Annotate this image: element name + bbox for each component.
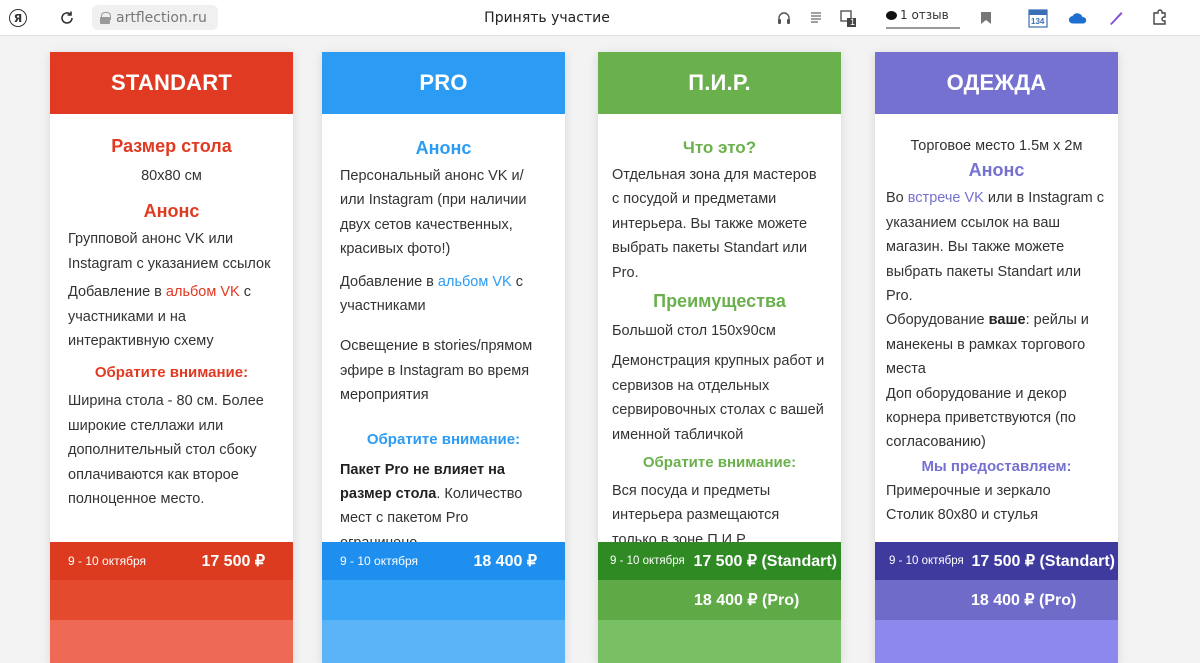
reader-mode-icon[interactable] — [806, 8, 826, 28]
lock-icon — [100, 11, 111, 24]
color-band — [322, 580, 565, 620]
browser-toolbar: Я artflection.ru Принять участие 1 1 отз… — [0, 0, 1200, 36]
calendar-icon[interactable]: 134 — [1028, 8, 1048, 28]
section-heading: Размер стола — [111, 136, 232, 156]
price-row: 9 - 10 октября 17 500 ₽ — [50, 542, 293, 580]
color-band — [598, 620, 841, 663]
card-pir: П.И.Р. Что это? Отдельная зона для масте… — [598, 52, 841, 663]
pen-icon[interactable] — [1106, 8, 1126, 28]
equipment-text: Оборудование ваше: рейлы и манекены в ра… — [886, 312, 1089, 378]
color-band — [50, 580, 293, 620]
price-row: 9 - 10 октября 18 400 ₽ — [322, 542, 565, 580]
album-text: Добавление в альбом VK с участниками и н… — [68, 284, 251, 350]
what-is-text: Отдельная зона для мастеров с посудой и … — [612, 167, 817, 281]
section-heading: Обратите внимание: — [642, 454, 797, 472]
announce-text: Во встрече VK или в Instagram с указание… — [886, 190, 1105, 305]
big-table-text: Большой стол 150x90см — [612, 323, 776, 340]
reviews-label: 1 отзыв — [900, 8, 949, 22]
price-standart: 17 500 ₽ (Standart) — [971, 553, 1115, 570]
card-title: П.И.Р. — [598, 52, 841, 114]
event-date: 9 - 10 октября — [68, 554, 146, 568]
color-band — [875, 620, 1118, 663]
color-band — [50, 620, 293, 663]
event-date: 9 - 10 октября — [610, 555, 685, 567]
place-size: Торговое место 1.5м x 2м — [910, 138, 1083, 154]
meeting-vk-link[interactable]: встрече VK — [908, 190, 984, 206]
demo-text: Демонстрация крупных работ и сервизов на… — [612, 353, 825, 443]
reload-icon[interactable] — [56, 0, 78, 36]
section-heading: Что это? — [682, 138, 757, 157]
price-standart: 17 500 ₽ (Standart) — [693, 553, 837, 570]
announce-text: Персональный анонс VK и/или Instagram (п… — [340, 168, 527, 258]
table-size: 80x80 см — [141, 168, 202, 184]
card-title: PRO — [322, 52, 565, 114]
cloud-icon[interactable] — [1068, 8, 1088, 28]
reviews-button[interactable]: 1 отзыв — [886, 6, 949, 24]
note-text: Пакет Pro не влияет на размер стола. Кол… — [340, 461, 523, 551]
announce-text: Групповой анонс VK или Instagram с указа… — [68, 231, 271, 272]
album-vk-link[interactable]: альбом VK — [166, 284, 240, 300]
page-title: Принять участие — [484, 10, 610, 26]
headphones-icon[interactable] — [774, 8, 794, 28]
section-heading: Анонс — [415, 138, 472, 158]
price-pro: 18 400 ₽ (Pro) — [694, 592, 800, 609]
section-heading: Обратите внимание: — [366, 430, 521, 448]
stories-text: Освещение в stories/прямом эфире в Insta… — [340, 338, 533, 404]
yandex-logo-icon[interactable]: Я — [8, 0, 28, 36]
calendar-badge: 134 — [1031, 17, 1045, 26]
note-text: Ширина стола - 80 см. Более широкие стел… — [68, 393, 264, 508]
bookmark-icon[interactable] — [976, 8, 996, 28]
price-row: 18 400 ₽ (Pro) — [598, 580, 841, 620]
card-standart: STANDART Размер стола 80x80 см Анонс Гру… — [50, 52, 293, 663]
price-pro: 18 400 ₽ (Pro) — [971, 592, 1077, 609]
extra-equipment-text: Доп оборудование и декор корнера приветс… — [886, 385, 1076, 451]
price: 17 500 ₽ — [201, 553, 265, 570]
card-pro: PRO Анонс Персональный анонс VK и/или In… — [322, 52, 565, 663]
card-title: ОДЕЖДА — [875, 52, 1118, 114]
event-date: 9 - 10 октября — [889, 555, 964, 567]
album-text: Добавление в альбом VK с участниками — [340, 273, 523, 315]
url-text: artflection.ru — [116, 9, 207, 26]
price-row: 9 - 10 октября 17 500 ₽ (Standart) — [598, 542, 841, 580]
provide-text: Примерочные и зеркало Столик 80x80 и сту… — [886, 482, 1051, 524]
reviews-underline — [886, 27, 960, 29]
section-heading: Мы предоставляем: — [921, 457, 1072, 475]
extension-icon[interactable]: 1 — [838, 8, 858, 28]
extensions-puzzle-icon[interactable] — [1150, 8, 1170, 28]
section-heading: Анонс — [968, 160, 1025, 181]
price: 18 400 ₽ — [473, 553, 537, 570]
price-row: 18 400 ₽ (Pro) — [875, 580, 1118, 620]
price-row: 9 - 10 октября 17 500 ₽ (Standart) — [875, 542, 1118, 580]
address-bar[interactable]: artflection.ru — [92, 5, 218, 30]
section-heading: Обратите внимание: — [94, 364, 249, 382]
color-band — [322, 620, 565, 663]
section-heading: Преимущества — [653, 291, 786, 312]
extension-badge: 1 — [850, 17, 856, 27]
speech-bubble-icon — [886, 10, 897, 20]
album-vk-link[interactable]: альбом VK — [438, 274, 512, 290]
section-heading: Анонс — [143, 201, 200, 222]
card-odezhda: ОДЕЖДА Торговое место 1.5м x 2м Анонс Во… — [875, 52, 1118, 663]
card-title: STANDART — [50, 52, 293, 114]
event-date: 9 - 10 октября — [340, 554, 418, 568]
